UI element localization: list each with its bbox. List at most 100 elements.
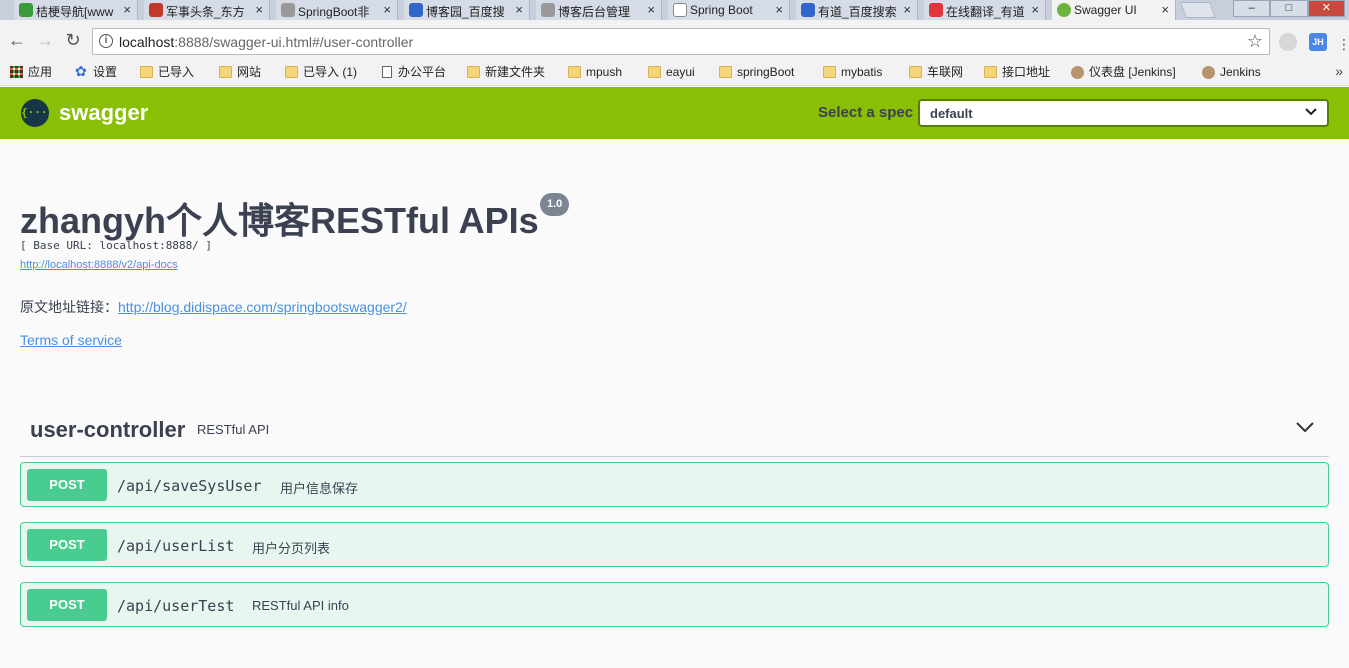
- page-info-icon[interactable]: i: [99, 34, 113, 48]
- tab-favicon-icon: [409, 3, 423, 17]
- version-badge: 1.0: [540, 193, 570, 216]
- browser-tab-active[interactable]: Swagger UI ×: [1052, 0, 1176, 20]
- browser-tab[interactable]: 在线翻译_有道 ×: [924, 0, 1046, 20]
- tab-close-icon[interactable]: ×: [255, 2, 263, 17]
- folder-icon: [467, 66, 480, 78]
- base-url: [ Base URL: localhost:8888/ ]: [20, 239, 213, 252]
- reload-icon[interactable]: ↻: [63, 30, 83, 50]
- description-link[interactable]: http://blog.didispace.com/springbootswag…: [118, 299, 407, 315]
- tab-close-icon[interactable]: ×: [647, 2, 655, 17]
- browser-tab[interactable]: 有道_百度搜索 ×: [796, 0, 918, 20]
- tab-close-icon[interactable]: ×: [123, 2, 131, 17]
- bookmark-page[interactable]: 办公平台: [380, 64, 446, 82]
- browser-tab[interactable]: 桔梗导航[www ×: [14, 0, 138, 20]
- terms-of-service-link[interactable]: Terms of service: [20, 332, 122, 348]
- operation-block[interactable]: POST /api/userList 用户分页列表: [20, 522, 1329, 567]
- profile-extension-icon[interactable]: JH: [1309, 33, 1327, 51]
- document-icon: [382, 66, 392, 78]
- tab-close-icon[interactable]: ×: [775, 2, 783, 17]
- tag-name: user-controller: [30, 417, 186, 442]
- api-description: 原文地址链接：http://blog.didispace.com/springb…: [20, 297, 407, 317]
- description-prefix: 原文地址链接：: [20, 299, 118, 315]
- spec-select-value: default: [930, 106, 973, 121]
- bookmark-label: mpush: [586, 65, 623, 79]
- menu-icon[interactable]: ⋮: [1337, 36, 1349, 53]
- tab-favicon-icon: [1057, 3, 1071, 17]
- operation-path: /api/userTest: [117, 597, 235, 615]
- url-path: :8888/swagger-ui.html#/user-controller: [174, 34, 414, 50]
- bookmark-folder[interactable]: mpush: [568, 64, 622, 82]
- tab-title: Spring Boot: [690, 3, 753, 17]
- api-docs-link[interactable]: http://localhost:8888/v2/api-docs: [20, 259, 178, 271]
- maximize-button[interactable]: □: [1270, 0, 1308, 17]
- tab-close-icon[interactable]: ×: [903, 2, 911, 17]
- api-title: zhangyh个人博客RESTful APIs: [20, 200, 539, 241]
- avatar-icon: [1202, 66, 1215, 79]
- folder-icon: [140, 66, 153, 78]
- back-arrow-icon[interactable]: ←: [7, 30, 27, 50]
- spec-select[interactable]: default: [918, 99, 1329, 127]
- tab-favicon-icon: [541, 3, 555, 17]
- folder-icon: [719, 66, 732, 78]
- extension-icon[interactable]: [1279, 33, 1297, 51]
- tab-close-icon[interactable]: ×: [515, 2, 523, 17]
- bookmark-star-icon[interactable]: ☆: [1247, 31, 1263, 52]
- bookmark-label: springBoot: [737, 65, 795, 79]
- tab-favicon-icon: [673, 3, 687, 17]
- bookmark-folder[interactable]: 已导入: [140, 64, 194, 82]
- bookmark-folder[interactable]: 接口地址: [984, 64, 1050, 82]
- bookmark-folder[interactable]: mybatis: [823, 64, 882, 82]
- browser-tab[interactable]: 博客后台管理 ×: [536, 0, 662, 20]
- address-bar[interactable]: i localhost:8888/swagger-ui.html#/user-c…: [92, 28, 1270, 55]
- method-badge: POST: [27, 469, 107, 501]
- operation-block[interactable]: POST /api/userTest RESTful API info: [20, 582, 1329, 627]
- tab-title: 桔梗导航[www: [36, 5, 114, 19]
- browser-tab[interactable]: SpringBoot非 ×: [276, 0, 398, 20]
- spec-label: Select a spec: [818, 104, 914, 121]
- tab-close-icon[interactable]: ×: [383, 2, 391, 17]
- operation-block[interactable]: POST /api/saveSysUser 用户信息保存: [20, 462, 1329, 507]
- tag-section-header[interactable]: user-controller RESTful API: [20, 410, 1329, 457]
- chevron-right-icon[interactable]: »: [1335, 63, 1343, 79]
- new-tab-button[interactable]: [1180, 2, 1216, 18]
- browser-tab[interactable]: Spring Boot ×: [668, 0, 790, 20]
- bookmark-folder[interactable]: eayui: [648, 64, 695, 82]
- bookmark-jenkins[interactable]: 仪表盘 [Jenkins]: [1071, 64, 1176, 82]
- bookmark-folder[interactable]: 已导入 (1): [285, 64, 357, 82]
- minimize-button[interactable]: –: [1233, 0, 1271, 17]
- bookmark-jenkins[interactable]: Jenkins: [1202, 64, 1261, 82]
- bookmark-folder[interactable]: springBoot: [719, 64, 794, 82]
- tab-title: SpringBoot非: [298, 5, 370, 19]
- gear-icon: ✿: [75, 63, 87, 79]
- bookmark-folder[interactable]: 新建文件夹: [467, 64, 545, 82]
- close-window-button[interactable]: ✕: [1307, 0, 1345, 17]
- bookmark-label: 车联网: [927, 65, 964, 79]
- bookmark-label: 网站: [237, 65, 262, 79]
- tab-title: Swagger UI: [1074, 3, 1137, 17]
- tab-title: 有道_百度搜索: [818, 5, 897, 19]
- operation-summary: 用户分页列表: [252, 541, 331, 556]
- operation-summary: 用户信息保存: [280, 481, 359, 496]
- bookmarks-bar: 应用 ✿ 设置 已导入 网站 已导入 (1) 办公平台 新建文件夹 mpush e…: [0, 60, 1349, 86]
- bookmark-folder[interactable]: 网站: [219, 64, 261, 82]
- operation-path: /api/saveSysUser: [117, 477, 262, 495]
- browser-tab[interactable]: 博客园_百度搜 ×: [404, 0, 530, 20]
- bookmark-settings[interactable]: ✿ 设置: [75, 64, 117, 82]
- tab-favicon-icon: [801, 3, 815, 17]
- swagger-logo-text[interactable]: swagger: [59, 100, 148, 126]
- tab-close-icon[interactable]: ×: [1161, 2, 1169, 17]
- bookmark-folder[interactable]: 车联网: [909, 64, 963, 82]
- tab-close-icon[interactable]: ×: [1031, 2, 1039, 17]
- forward-arrow-icon[interactable]: →: [35, 30, 55, 50]
- bookmark-label: 应用: [28, 65, 53, 79]
- bookmark-label: 接口地址: [1002, 65, 1051, 79]
- operation-summary: RESTful API info: [252, 598, 349, 613]
- url-text: localhost:8888/swagger-ui.html#/user-con…: [119, 34, 413, 50]
- bookmark-label: 新建文件夹: [485, 65, 546, 79]
- folder-icon: [568, 66, 581, 78]
- bookmark-apps[interactable]: 应用: [10, 64, 52, 82]
- folder-icon: [823, 66, 836, 78]
- chevron-down-icon[interactable]: [1295, 417, 1315, 437]
- browser-tab[interactable]: 军事头条_东方 ×: [144, 0, 270, 20]
- swagger-logo-icon[interactable]: {···}: [21, 99, 54, 127]
